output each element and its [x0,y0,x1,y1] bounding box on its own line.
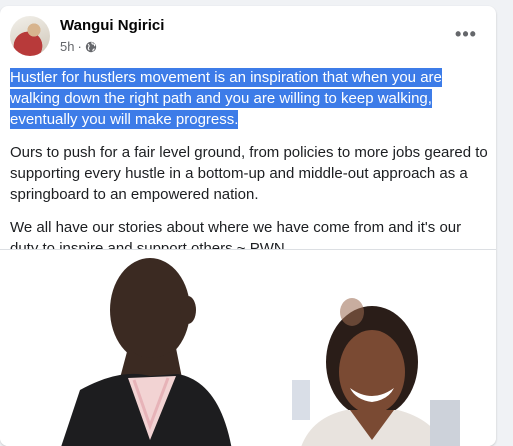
highlighted-paragraph: Hustler for hustlers movement is an insp… [10,67,488,130]
more-options-icon[interactable]: ••• [450,18,482,50]
globe-icon[interactable] [85,41,97,53]
post-photo[interactable] [0,250,496,446]
post-card: Wangui Ngirici 5h · ••• Hustler for hust… [0,6,496,446]
meta-separator: · [77,39,82,54]
post-paragraph-2: Ours to push for a fair level ground, fr… [10,144,488,203]
photo-illustration [61,258,460,446]
author-name[interactable]: Wangui Ngirici [60,17,164,34]
author-avatar[interactable] [10,16,50,56]
selected-text[interactable]: Hustler for hustlers movement is an insp… [10,68,442,129]
post-time[interactable]: 5h [60,39,74,54]
post-header: Wangui Ngirici 5h · ••• [10,16,490,60]
post-body: Hustler for hustlers movement is an insp… [10,67,488,271]
post-meta: 5h · [60,39,97,54]
